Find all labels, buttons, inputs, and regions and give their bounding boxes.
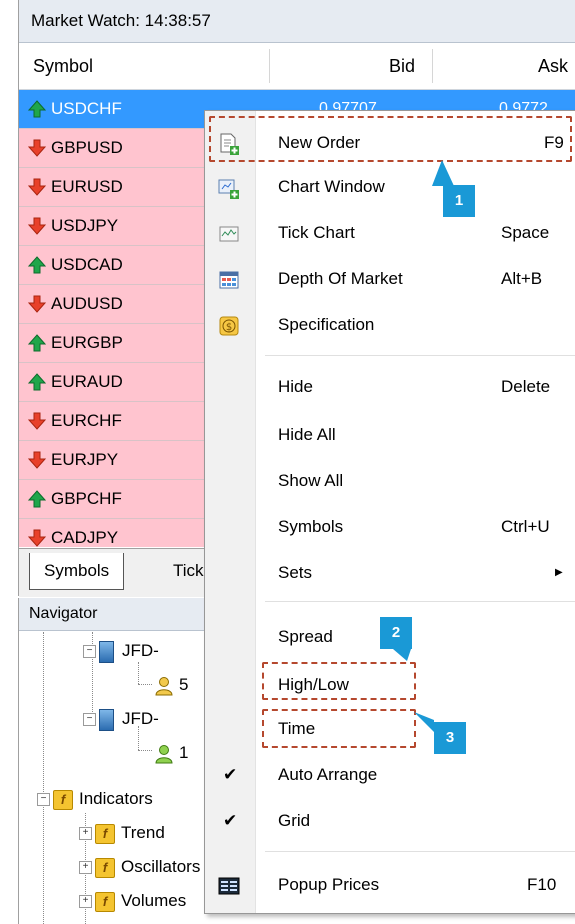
column-header-symbol[interactable]: Symbol (33, 43, 93, 89)
menu-item-sets[interactable]: Sets ▶ (205, 553, 575, 593)
menu-item-hide-all[interactable]: Hide All (205, 415, 575, 455)
price-up-icon (28, 256, 46, 274)
depth-of-market-icon (219, 271, 239, 289)
menu-item-auto-arrange[interactable]: ✔ Auto Arrange (205, 755, 575, 795)
symbol-name: AUDUSD (51, 294, 123, 313)
symbol-name: USDCAD (51, 255, 123, 274)
account-icon (155, 676, 173, 696)
checkmark-icon: ✔ (223, 811, 238, 830)
server-icon (99, 640, 114, 663)
highlight-new-order (209, 116, 572, 162)
menu-item-hide[interactable]: Hide Delete (205, 367, 575, 407)
highlight-time (262, 709, 416, 748)
badge-3-pointer (414, 712, 434, 732)
context-menu: New Order F9 Chart Window Tick Chart Spa… (204, 110, 575, 914)
symbol-name: EURCHF (51, 411, 122, 430)
svg-text:$: $ (226, 322, 232, 333)
symbol-name: EURJPY (51, 450, 119, 469)
tree-node-oscillators[interactable]: + f Oscillators (79, 850, 200, 884)
price-down-icon (28, 178, 46, 196)
symbol-name: EURGBP (51, 333, 123, 352)
menu-item-specification[interactable]: $ Specification (205, 305, 575, 345)
indicator-folder-icon: f (95, 891, 115, 912)
price-up-icon (28, 373, 46, 391)
popup-prices-icon (218, 877, 240, 895)
indicator-folder-icon: f (95, 823, 115, 844)
expand-icon[interactable]: + (79, 895, 92, 909)
market-watch-title: Market Watch: 14:38:57 (19, 0, 575, 43)
tree-node-indicators[interactable]: − f Indicators (37, 782, 153, 816)
badge-1-pointer (432, 160, 454, 186)
specification-icon: $ (219, 316, 239, 336)
menu-item-popup-prices[interactable]: Popup Prices F10 (205, 865, 575, 905)
price-down-icon (28, 451, 46, 469)
price-up-icon (28, 334, 46, 352)
tick-chart-icon (219, 226, 239, 242)
menu-item-chart-window[interactable]: Chart Window (205, 167, 575, 207)
symbol-name: USDCHF (51, 99, 122, 118)
symbol-name: USDJPY (51, 216, 119, 235)
tree-node-server[interactable]: − JFD- (83, 634, 159, 668)
symbol-name: GBPUSD (51, 138, 123, 157)
indicator-folder-icon: f (95, 857, 115, 878)
price-up-icon (28, 490, 46, 508)
badge-2-pointer (393, 649, 411, 661)
menu-item-tick-chart[interactable]: Tick Chart Space (205, 213, 575, 253)
price-down-icon (28, 217, 46, 235)
submenu-arrow-icon: ▶ (555, 567, 563, 578)
collapse-icon[interactable]: − (83, 645, 96, 659)
price-down-icon (28, 295, 46, 313)
menu-item-grid[interactable]: ✔ Grid (205, 801, 575, 841)
expand-icon[interactable]: + (79, 827, 92, 841)
price-down-icon (28, 139, 46, 157)
tree-node-trend[interactable]: + f Trend (79, 816, 165, 850)
collapse-icon[interactable]: − (83, 713, 96, 727)
market-watch-header: Symbol Bid Ask (19, 43, 575, 90)
tab-symbols[interactable]: Symbols (29, 553, 125, 590)
price-down-icon (28, 529, 46, 547)
step-badge-2: 2 (380, 617, 412, 649)
menu-item-show-all[interactable]: Show All (205, 461, 575, 501)
tree-node-volumes[interactable]: + f Volumes (79, 884, 186, 918)
checkmark-icon: ✔ (223, 765, 238, 784)
symbol-name: EURUSD (51, 177, 123, 196)
chart-window-icon (218, 179, 239, 199)
indicator-folder-icon: f (53, 789, 73, 810)
account-icon (155, 744, 173, 764)
highlight-high-low (262, 662, 416, 700)
collapse-icon[interactable]: − (37, 793, 50, 807)
server-icon (99, 708, 114, 731)
tree-node-account[interactable]: 1 (155, 736, 188, 770)
expand-icon[interactable]: + (79, 861, 92, 875)
symbol-name: EURAUD (51, 372, 123, 391)
symbol-name: CADJPY (51, 528, 119, 547)
menu-item-depth-of-market[interactable]: Depth Of Market Alt+B (205, 259, 575, 299)
price-up-icon (28, 100, 46, 118)
symbol-name: GBPCHF (51, 489, 122, 508)
tree-node-account[interactable]: 5 (155, 668, 188, 702)
step-badge-3: 3 (434, 722, 466, 754)
tree-node-server[interactable]: − JFD- (83, 702, 159, 736)
price-down-icon (28, 412, 46, 430)
column-header-bid[interactable]: Bid (389, 43, 415, 89)
step-badge-1: 1 (443, 185, 475, 217)
menu-item-symbols[interactable]: Symbols Ctrl+U (205, 507, 575, 547)
column-header-ask[interactable]: Ask (538, 43, 568, 89)
